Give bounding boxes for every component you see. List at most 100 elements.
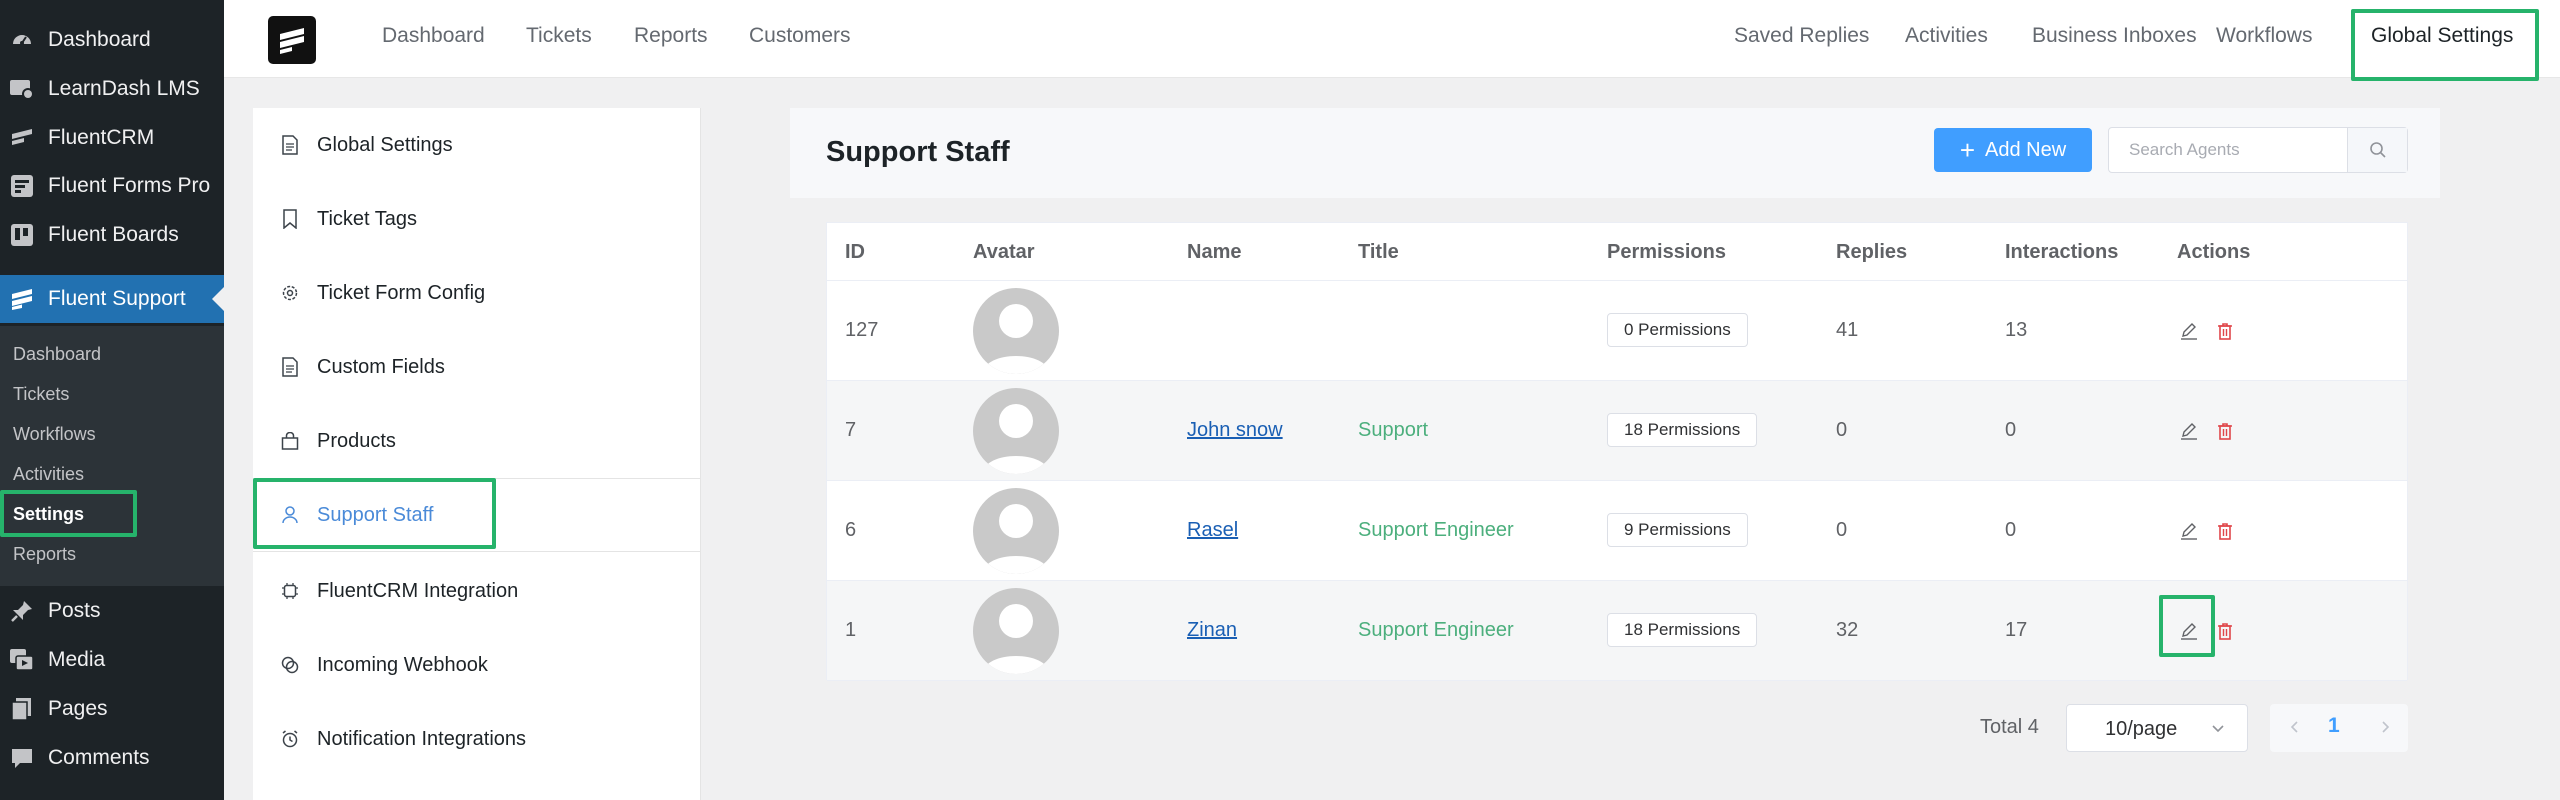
table-header: ID Avatar Name Title Permissions Replies… [827, 223, 2407, 281]
wp-menu-posts[interactable]: Posts [0, 587, 224, 635]
menu-label: Ticket Form Config [317, 281, 486, 304]
cell-id: 1 [845, 619, 857, 641]
delete-icon[interactable] [2213, 519, 2237, 543]
nav-tickets[interactable]: Tickets [526, 24, 592, 48]
wp-menu-label: Fluent Support [48, 287, 186, 310]
chevron-right-icon[interactable] [2376, 718, 2394, 741]
permissions-tag: 18 Permissions [1607, 613, 1758, 647]
menu-incoming-webhook[interactable]: Incoming Webhook [253, 628, 701, 702]
fluent-forms-icon [8, 172, 36, 200]
wp-menu-comments[interactable]: Comments [0, 734, 224, 782]
avatar-person-icon [983, 504, 1049, 574]
menu-global-settings[interactable]: Global Settings [253, 108, 701, 182]
cell-replies: 32 [1836, 619, 1859, 641]
wp-submenu-reports[interactable]: Reports [13, 544, 76, 565]
settings-side-menu: Global Settings Ticket Tags Ticket Form … [253, 108, 701, 800]
wp-menu-label: Fluent Boards [48, 223, 179, 246]
wp-submenu-workflows[interactable]: Workflows [13, 424, 96, 445]
delete-icon[interactable] [2213, 619, 2237, 643]
menu-notification-integrations[interactable]: Notification Integrations [253, 702, 701, 776]
pages-icon [8, 695, 36, 723]
learndash-icon [8, 75, 36, 103]
app-top-nav: Dashboard Tickets Reports Customers Save… [224, 0, 2560, 78]
wp-menu-label: Posts [48, 599, 101, 622]
cell-id: 127 [845, 319, 879, 341]
menu-custom-fields[interactable]: Custom Fields [253, 330, 701, 404]
pin-icon [8, 597, 36, 625]
delete-icon[interactable] [2213, 319, 2237, 343]
menu-products[interactable]: Products [253, 404, 701, 478]
nav-dashboard[interactable]: Dashboard [382, 24, 485, 48]
menu-ticket-form-config[interactable]: Ticket Form Config [253, 256, 701, 330]
fluent-support-logo[interactable] [268, 16, 316, 64]
cell-interactions: 0 [2005, 419, 2017, 441]
add-new-button[interactable]: + Add New [1934, 128, 2092, 172]
document-icon [281, 357, 299, 377]
document-icon [281, 135, 299, 155]
wp-menu-label: LearnDash LMS [48, 77, 200, 100]
wp-menu-media[interactable]: Media [0, 636, 224, 684]
wp-submenu-settings[interactable]: Settings [13, 504, 84, 525]
wp-menu-fluent-forms[interactable]: Fluent Forms Pro [0, 162, 224, 210]
cell-title: Support Engineer [1358, 519, 1514, 541]
user-icon [281, 505, 299, 525]
nav-global-settings[interactable]: Global Settings [2371, 24, 2513, 48]
wp-submenu-activities[interactable]: Activities [13, 464, 84, 485]
pagination-pager: 1 [2270, 704, 2408, 752]
delete-icon[interactable] [2213, 419, 2237, 443]
nav-saved-replies[interactable]: Saved Replies [1734, 24, 1869, 48]
nav-activities[interactable]: Activities [1905, 24, 1988, 48]
cell-name-link[interactable]: Rasel [1187, 519, 1238, 542]
webhook-icon [281, 655, 299, 675]
wp-submenu-dashboard[interactable]: Dashboard [13, 344, 101, 365]
menu-label: Products [317, 429, 396, 452]
menu-label: Ticket Tags [317, 207, 418, 230]
avatar-person-icon [983, 604, 1049, 674]
edit-icon[interactable] [2177, 419, 2201, 443]
wp-menu-dashboard[interactable]: Dashboard [0, 16, 224, 64]
plus-icon: + [1959, 135, 1976, 165]
wp-menu-learndash[interactable]: LearnDash LMS [0, 65, 224, 113]
wp-menu-label: FluentCRM [48, 126, 155, 149]
wp-menu-pages[interactable]: Pages [0, 685, 224, 733]
wp-submenu-tickets[interactable]: Tickets [13, 384, 69, 405]
fluentcrm-icon [8, 124, 36, 152]
nav-business-inboxes[interactable]: Business Inboxes [2032, 24, 2197, 48]
avatar [973, 388, 1059, 474]
menu-fluentcrm-integration[interactable]: FluentCRM Integration [253, 554, 701, 628]
page-number-current[interactable]: 1 [2328, 714, 2340, 738]
menu-label: Global Settings [317, 133, 453, 156]
wp-menu-fluent-boards[interactable]: Fluent Boards [0, 211, 224, 259]
nav-workflows[interactable]: Workflows [2216, 24, 2312, 48]
nav-reports[interactable]: Reports [634, 24, 708, 48]
column-header-actions: Actions [2177, 241, 2251, 263]
cell-id: 7 [845, 419, 857, 441]
search-icon [2369, 142, 2386, 158]
bag-icon [281, 431, 299, 451]
menu-ticket-tags[interactable]: Ticket Tags [253, 182, 701, 256]
edit-icon[interactable] [2177, 319, 2201, 343]
edit-icon[interactable] [2177, 519, 2201, 543]
edit-icon[interactable] [2177, 619, 2201, 643]
page-header: Support Staff + Add New [790, 108, 2440, 198]
nav-customers[interactable]: Customers [749, 24, 851, 48]
chevron-down-icon [2209, 719, 2227, 742]
wp-menu-label: Pages [48, 697, 108, 720]
wp-menu-fluentcrm[interactable]: FluentCRM [0, 114, 224, 162]
wp-menu-fluent-support[interactable]: Fluent Support [0, 275, 224, 323]
cell-name-link[interactable]: Zinan [1187, 619, 1237, 642]
cell-name-link[interactable]: John snow [1187, 419, 1283, 442]
alarm-icon [281, 729, 299, 749]
wp-menu-label: Fluent Forms Pro [48, 174, 211, 197]
search-agents-input[interactable] [2109, 128, 2347, 172]
chevron-left-icon[interactable] [2286, 718, 2304, 741]
add-new-label: Add New [1985, 138, 2067, 161]
wp-admin-sidebar: Dashboard LearnDash LMS FluentCRM Fluent… [0, 0, 224, 800]
page-size-select[interactable]: 10/page [2066, 704, 2248, 752]
cell-interactions: 17 [2005, 619, 2028, 641]
avatar [973, 588, 1059, 674]
search-button[interactable] [2347, 128, 2407, 172]
menu-label: Notification Integrations [317, 727, 527, 750]
table-row: 1 Zinan Support Engineer 18 Permissions … [827, 581, 2407, 681]
menu-support-staff[interactable]: Support Staff [253, 478, 701, 552]
